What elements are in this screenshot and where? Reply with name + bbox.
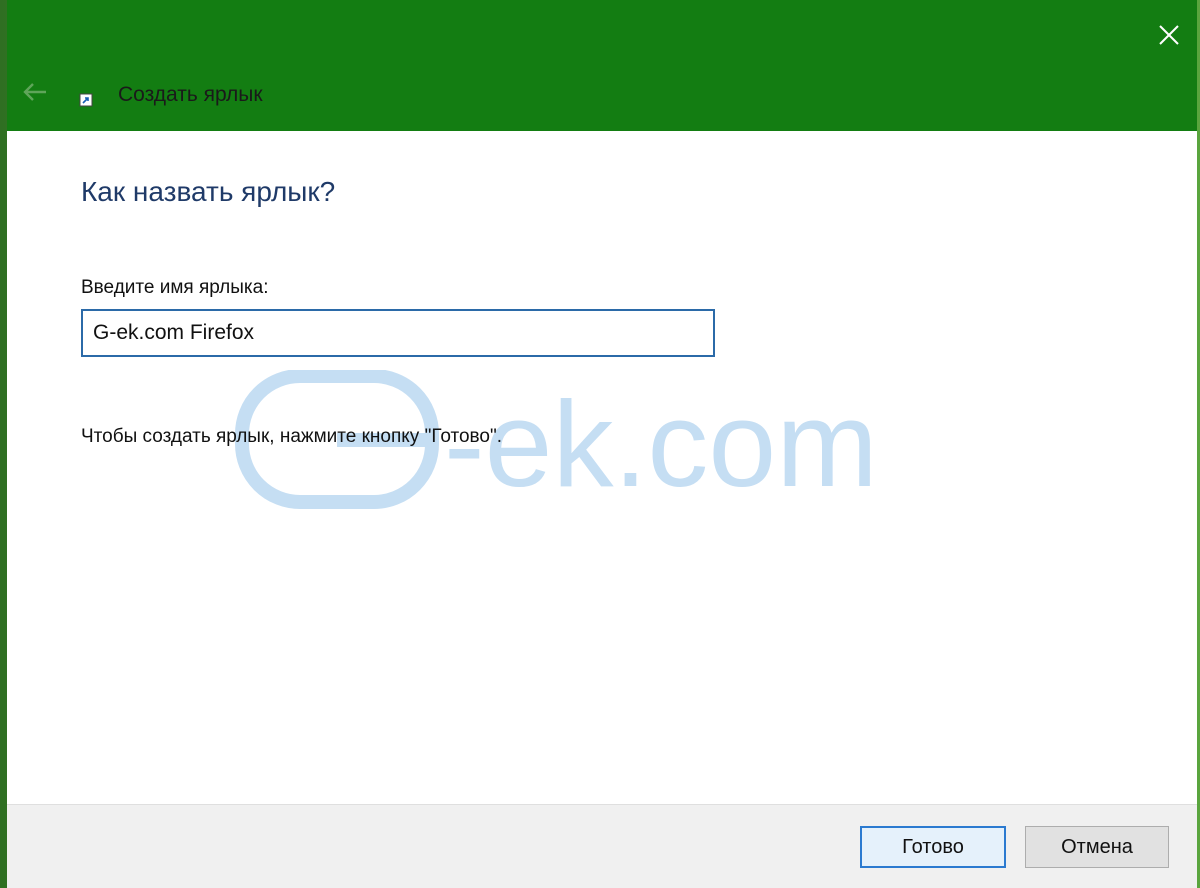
title-bar: Создать ярлык <box>7 0 1197 131</box>
window-title: Создать ярлык <box>118 83 263 106</box>
watermark-text: -ek.com <box>444 376 878 512</box>
shortcut-icon <box>79 93 93 107</box>
shortcut-name-input[interactable] <box>81 309 715 357</box>
arrow-left-icon <box>23 83 46 101</box>
close-icon <box>1159 25 1179 45</box>
create-shortcut-dialog: Создать ярлык Как назвать ярлык? Введите… <box>7 0 1197 888</box>
finish-hint: Чтобы создать ярлык, нажмите кнопку "Гот… <box>81 426 503 447</box>
shortcut-name-label: Введите имя ярлыка: <box>81 277 269 298</box>
done-button[interactable]: Готово <box>860 826 1006 868</box>
button-bar: Готово Отмена <box>7 804 1197 888</box>
page-heading: Как назвать ярлык? <box>81 176 336 207</box>
back-button[interactable] <box>17 74 53 110</box>
cancel-button[interactable]: Отмена <box>1025 826 1169 868</box>
close-button[interactable] <box>1146 12 1192 58</box>
